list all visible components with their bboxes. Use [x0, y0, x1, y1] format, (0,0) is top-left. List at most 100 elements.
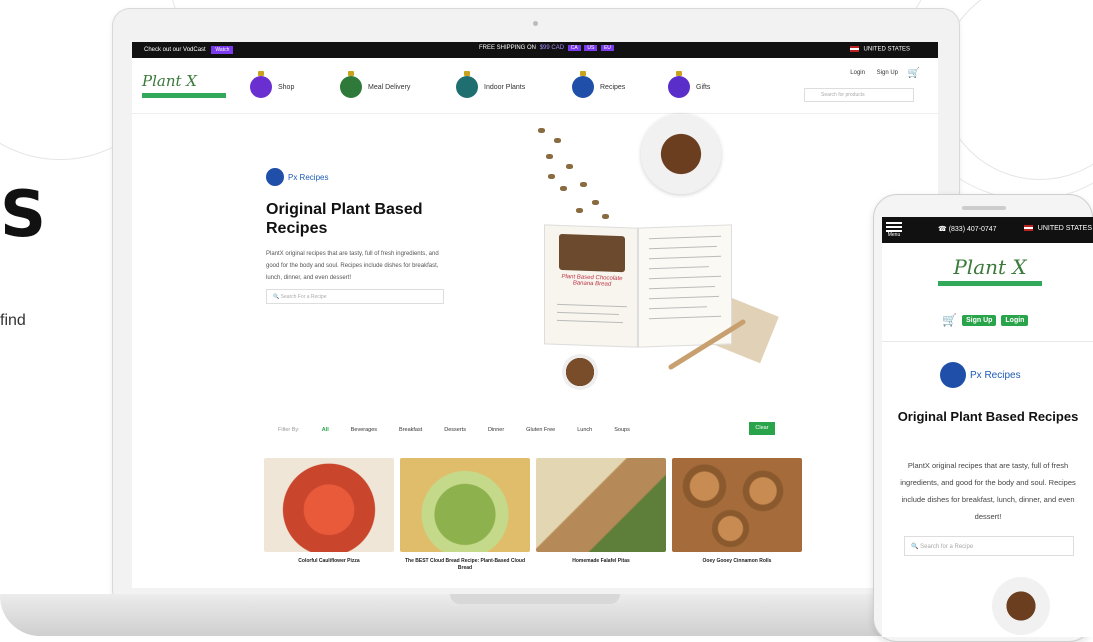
laptop-screen: Check out our VodCast Watch FREE SHIPPIN…: [132, 42, 938, 588]
shipping-text: FREE SHIPPING ON: [479, 45, 537, 51]
nav-meal-delivery-label: Meal Delivery: [368, 83, 411, 91]
filter-soups[interactable]: Soups: [614, 427, 630, 433]
region-us[interactable]: US: [584, 45, 598, 51]
recipe-search-input[interactable]: 🔍 Search For a Recipe: [266, 289, 444, 304]
recipe-book-image: Plant Based Chocolate Banana Bread: [544, 224, 732, 348]
book-recipe-title: Plant Based Chocolate Banana Bread: [561, 273, 623, 288]
logo-text: Plant X: [142, 72, 197, 90]
us-flag-icon: [849, 46, 859, 52]
phone-login-button[interactable]: Login: [1001, 314, 1029, 326]
nav-recipes[interactable]: Recipes: [572, 71, 626, 98]
recipe-filter-bar: Filter By: All Beverages Breakfast Desse…: [278, 422, 908, 438]
shipping-link[interactable]: $99 CAD: [540, 45, 564, 51]
logo-banner: [142, 93, 226, 98]
recipes-ornament-icon: [572, 71, 594, 98]
plantx-logo[interactable]: Plant X: [142, 72, 226, 108]
filter-breakfast[interactable]: Breakfast: [399, 427, 422, 433]
phone-hero-image: [992, 577, 1050, 635]
recipe-search-placeholder: Search For a Recipe: [280, 294, 327, 300]
phone-cart-icon[interactable]: 🛒: [942, 313, 957, 327]
nuts-decoration: [532, 124, 632, 224]
gifts-ornament-icon: [668, 71, 690, 98]
phone-logo-banner: [938, 281, 1042, 286]
px-ornament-icon: [266, 168, 284, 186]
phone-search-icon: 🔍: [911, 544, 919, 550]
nav-shop-label: Shop: [278, 83, 295, 91]
filter-desserts[interactable]: Desserts: [444, 427, 466, 433]
clear-filter-button[interactable]: Clear: [749, 422, 775, 435]
banana-bread-plate-image: [641, 114, 721, 194]
phone-signup-button[interactable]: Sign Up: [961, 314, 997, 326]
page-title: Original Plant Based Recipes: [266, 201, 423, 237]
phone-topbar: Menu ☎ (833) 407-0747 UNITED STATES: [882, 217, 1093, 243]
menu-label: Menu: [887, 232, 901, 238]
recipe-card[interactable]: Ooey Gooey Cinnamon Rolls: [672, 458, 802, 565]
promo-button[interactable]: Watch: [211, 46, 234, 54]
phone-page-title: Original Plant Based Recipes: [897, 409, 1079, 424]
nav-indoor-plants-label: Indoor Plants: [484, 83, 526, 91]
filter-label: Filter By:: [278, 427, 300, 433]
laptop-notch: [450, 594, 620, 604]
recipe-card-title: The BEST Cloud Bread Recipe: Plant-Based…: [404, 558, 525, 571]
recipe-card-image: [400, 458, 530, 552]
phone-country-label: UNITED STATES: [1037, 225, 1092, 232]
filter-all[interactable]: All: [322, 427, 329, 433]
recipe-card-image: [536, 458, 666, 552]
page-description: PlantX original recipes that are tasty, …: [266, 251, 439, 281]
region-ca[interactable]: CA: [567, 45, 581, 51]
phone-number-label: (833) 407-0747: [948, 226, 997, 233]
laptop-camera: [533, 21, 538, 26]
signup-link[interactable]: Sign Up: [877, 70, 898, 76]
recipe-card[interactable]: Colorful Cauliflower Pizza: [264, 458, 394, 565]
chocolate-bowl-image: [562, 354, 598, 390]
phone-speaker: [962, 206, 1006, 210]
nav-recipes-label: Recipes: [600, 83, 626, 91]
nav-indoor-plants[interactable]: Indoor Plants: [456, 71, 526, 98]
recipe-card-image: [672, 458, 802, 552]
recipe-card-image: [264, 458, 394, 552]
phone-number-link[interactable]: ☎ (833) 407-0747: [938, 225, 997, 233]
recipe-card-title: Ooey Gooey Cinnamon Rolls: [702, 558, 772, 564]
phone-search-placeholder: Search for a Recipe: [920, 544, 974, 550]
filter-gluten-free[interactable]: Gluten Free: [526, 427, 555, 433]
country-selector[interactable]: UNITED STATES: [849, 46, 910, 53]
recipe-card[interactable]: Homemade Falafel Pitas: [536, 458, 666, 565]
region-eu[interactable]: EU: [600, 45, 614, 51]
phone-icon: ☎: [938, 226, 947, 233]
recipe-card[interactable]: The BEST Cloud Bread Recipe: Plant-Based…: [400, 458, 530, 572]
nav-meal-delivery[interactable]: Meal Delivery: [340, 71, 411, 98]
phone-px-ornament-icon: [940, 362, 966, 388]
recipe-card-title: Homemade Falafel Pitas: [572, 558, 630, 564]
cart-icon[interactable]: 🛒: [908, 68, 920, 79]
login-link[interactable]: Login: [850, 70, 865, 76]
us-flag-icon: [1023, 225, 1033, 232]
recipes-badge-label: Px Recipes: [288, 172, 329, 182]
phone-auth-row: 🛒 Sign Up Login: [942, 313, 1029, 327]
site-header: Plant X Shop Meal Delivery Indoor Plants…: [132, 58, 938, 114]
product-search-input[interactable]: Search for products: [804, 88, 914, 102]
phone-logo-text: Plant X: [953, 255, 1027, 279]
indoor-plants-ornament-icon: [456, 71, 478, 98]
phone-plantx-logo[interactable]: Plant X: [938, 255, 1042, 297]
menu-button[interactable]: Menu: [886, 221, 902, 238]
filter-dinner[interactable]: Dinner: [488, 427, 504, 433]
announcement-bar: Check out our VodCast Watch FREE SHIPPIN…: [132, 42, 938, 58]
country-label: UNITED STATES: [863, 46, 910, 53]
partial-text: find: [0, 312, 26, 329]
filter-beverages[interactable]: Beverages: [351, 427, 377, 433]
recipes-badge: Px Recipes: [266, 168, 328, 186]
nav-gifts[interactable]: Gifts: [668, 71, 710, 98]
phone-recipe-search-input[interactable]: 🔍 Search for a Recipe: [904, 536, 1074, 556]
phone-screen: Menu ☎ (833) 407-0747 UNITED STATES Plan…: [882, 217, 1093, 637]
meal-delivery-ornament-icon: [340, 71, 362, 98]
partial-heading: S: [0, 178, 46, 252]
hamburger-icon: [886, 222, 902, 224]
phone-country-selector[interactable]: UNITED STATES: [1023, 225, 1092, 232]
phone-recipes-badge-label: Px Recipes: [970, 369, 1021, 381]
showcase-canvas: S find Check out our VodCast Watch FREE …: [0, 0, 1093, 642]
shop-ornament-icon: [250, 71, 272, 98]
phone-frame: Menu ☎ (833) 407-0747 UNITED STATES Plan…: [873, 194, 1093, 642]
phone-divider: [882, 341, 1093, 342]
nav-shop[interactable]: Shop: [250, 71, 295, 98]
filter-lunch[interactable]: Lunch: [577, 427, 592, 433]
